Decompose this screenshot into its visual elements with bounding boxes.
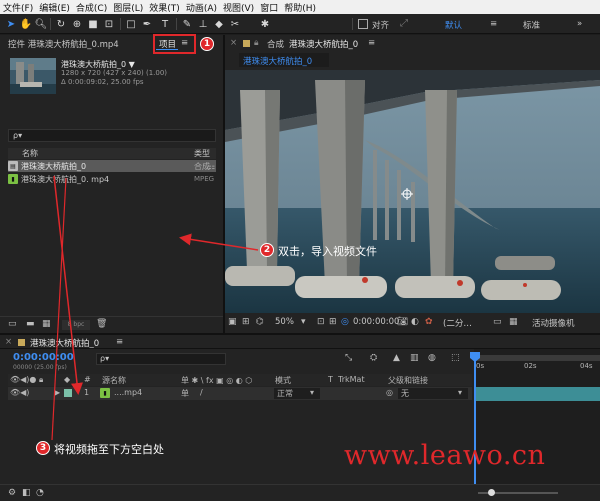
watermark-text: www.leawo.cn bbox=[344, 440, 546, 471]
annotation-text-2: 双击，导入视频文件 bbox=[278, 245, 377, 258]
annotation-badge-2: 2 bbox=[260, 243, 274, 257]
annotation-text-3: 将视频拖至下方空白处 bbox=[54, 443, 164, 456]
annotation-badge-3: 3 bbox=[36, 441, 50, 455]
